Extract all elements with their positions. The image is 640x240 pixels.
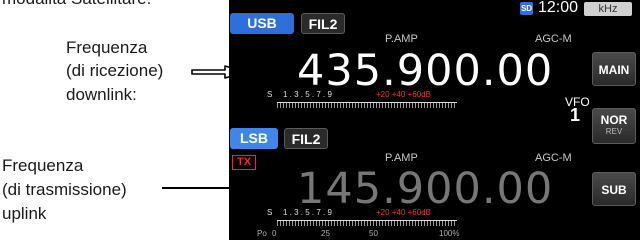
- tx-indicator: TX: [232, 155, 256, 170]
- unit-button[interactable]: kHz: [584, 2, 632, 16]
- main-frequency[interactable]: 435.900.00: [297, 48, 553, 94]
- main-filter-button[interactable]: FIL2: [301, 13, 345, 34]
- nor-rev-button[interactable]: NOR REV: [592, 108, 636, 144]
- main-preamp-label: P.AMP: [385, 33, 418, 45]
- vfo-value: 1: [570, 105, 581, 125]
- main-meter-plus-scale: +20 +40 +60dB: [376, 90, 431, 99]
- main-mode-button[interactable]: USB: [230, 13, 294, 34]
- sub-preamp-label: P.AMP: [385, 152, 418, 164]
- main-meter-ticks: [277, 103, 457, 108]
- sub-meter-plus-scale: +20 +40 +60dB: [376, 208, 431, 217]
- main-button[interactable]: MAIN: [592, 52, 636, 86]
- sub-meter-ticks: [277, 221, 457, 226]
- sub-button[interactable]: SUB: [592, 172, 636, 206]
- sub-filter-button[interactable]: FIL2: [284, 128, 328, 149]
- po-scale-0: 0: [272, 229, 277, 238]
- po-label: Po: [257, 229, 267, 238]
- sub-agc-label: AGC-M: [535, 152, 572, 164]
- sub-frequency[interactable]: 145.900.00: [297, 166, 553, 212]
- main-meter-s-label: S: [267, 90, 273, 99]
- main-meter-scale: 1 . 3 . 5 . 7 . 9: [283, 90, 332, 99]
- sub-meter-scale: 1 . 3 . 5 . 7 . 9: [283, 208, 332, 217]
- clock: 12:00: [538, 0, 579, 16]
- po-scale-25: 25: [321, 229, 330, 238]
- main-agc-label: AGC-M: [535, 33, 572, 45]
- sub-meter-s-label: S: [267, 208, 273, 217]
- nor-label: NOR: [600, 113, 628, 127]
- sub-mode-button[interactable]: LSB: [230, 128, 278, 149]
- po-scale-100: 100%: [439, 229, 460, 238]
- sd-card-icon: SD: [520, 2, 533, 15]
- rev-label: REV: [605, 127, 623, 136]
- radio-display: SD 12:00 kHz USB FIL2 P.AMP AGC-M 435.90…: [229, 0, 640, 240]
- po-scale-50: 50: [369, 229, 378, 238]
